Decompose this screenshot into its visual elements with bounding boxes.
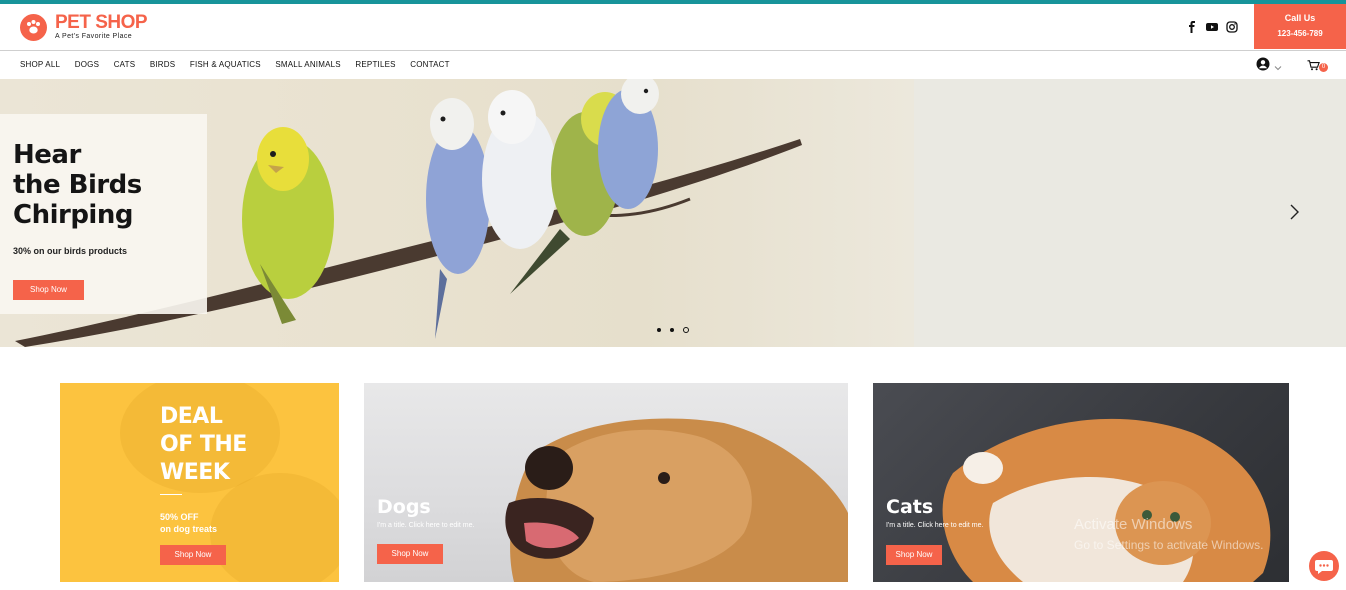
logo-title: PET SHOP (55, 12, 148, 33)
deal-decor (210, 473, 339, 582)
instagram-icon[interactable] (1226, 20, 1238, 33)
watermark-line2: Go to Settings to activate Windows. (1074, 538, 1264, 552)
dogs-category-card: Dogs I'm a title. Click here to edit me.… (364, 383, 848, 582)
nav-item-reptiles[interactable]: REPTILES (355, 60, 395, 69)
call-us-button[interactable]: Call Us 123-456-789 (1254, 4, 1346, 49)
nav-item-small-animals[interactable]: SMALL ANIMALS (275, 60, 340, 69)
chevron-down-icon (1274, 58, 1282, 76)
logo[interactable]: PET SHOP A Pet's Favorite Place (20, 12, 148, 41)
dogs-title: Dogs (377, 496, 431, 518)
hero-subtitle: 30% on our birds products (13, 246, 128, 256)
cats-title: Cats (886, 496, 934, 518)
nav-item-shop-all[interactable]: SHOP ALL (20, 60, 60, 69)
deal-subtitle: 50% OFF on dog treats (160, 512, 218, 534)
nav-item-contact[interactable]: CONTACT (410, 60, 449, 69)
nav-item-dogs[interactable]: DOGS (75, 60, 99, 69)
deal-divider (160, 494, 182, 495)
hero-title: Hear the Birds Chirping (13, 140, 142, 230)
chat-button[interactable] (1309, 551, 1339, 581)
nav-item-cats[interactable]: CATS (114, 60, 136, 69)
paw-icon (20, 14, 47, 41)
deal-shop-now-button[interactable]: Shop Now (160, 545, 226, 565)
cats-shop-now-button[interactable]: Shop Now (886, 545, 942, 565)
deal-title: DEAL OF THE WEEK (160, 404, 247, 485)
windows-activation-watermark: Activate Windows Go to Settings to activ… (1074, 516, 1263, 554)
youtube-icon[interactable] (1206, 20, 1218, 32)
facebook-icon[interactable] (1186, 20, 1198, 33)
slide-indicators (657, 327, 689, 333)
logo-tagline: A Pet's Favorite Place (55, 33, 133, 40)
hero-text-panel: Hear the Birds Chirping 30% on our birds… (0, 114, 207, 314)
deal-of-the-week-card: DEAL OF THE WEEK 50% OFF on dog treats S… (60, 383, 339, 582)
cart-count-badge: 0 (1319, 62, 1328, 72)
bird-white (482, 90, 558, 249)
cats-subtitle: I'm a title. Click here to edit me. (886, 522, 984, 529)
call-us-number: 123-456-789 (1277, 29, 1323, 38)
user-avatar-icon (1256, 57, 1270, 76)
account-menu[interactable] (1256, 57, 1282, 76)
slide-dot-1[interactable] (657, 328, 661, 332)
hero-shop-now-button[interactable]: Shop Now (13, 280, 84, 300)
watermark-line1: Activate Windows (1074, 516, 1193, 533)
hero-slideshow: Hear the Birds Chirping 30% on our birds… (0, 79, 1346, 347)
bird-blue-left (426, 98, 490, 339)
social-links (1186, 20, 1238, 33)
site-header: PET SHOP A Pet's Favorite Place (0, 4, 1346, 50)
dogs-shop-now-button[interactable]: Shop Now (377, 544, 443, 564)
nav-item-birds[interactable]: BIRDS (150, 60, 175, 69)
nav-item-fish-aquatics[interactable]: FISH & AQUATICS (190, 60, 261, 69)
slide-dot-2[interactable] (670, 328, 674, 332)
chevron-right-icon[interactable] (1288, 203, 1300, 226)
chat-bubble-icon (1315, 560, 1333, 574)
hero-background (914, 79, 1346, 347)
dogs-subtitle: I'm a title. Click here to edit me. (377, 522, 475, 529)
slide-dot-3[interactable] (683, 327, 689, 333)
call-us-label: Call Us (1284, 13, 1316, 23)
main-nav: SHOP ALL DOGS CATS BIRDS FISH & AQUATICS… (0, 50, 1346, 79)
cart-button[interactable]: 0 (1307, 58, 1328, 76)
